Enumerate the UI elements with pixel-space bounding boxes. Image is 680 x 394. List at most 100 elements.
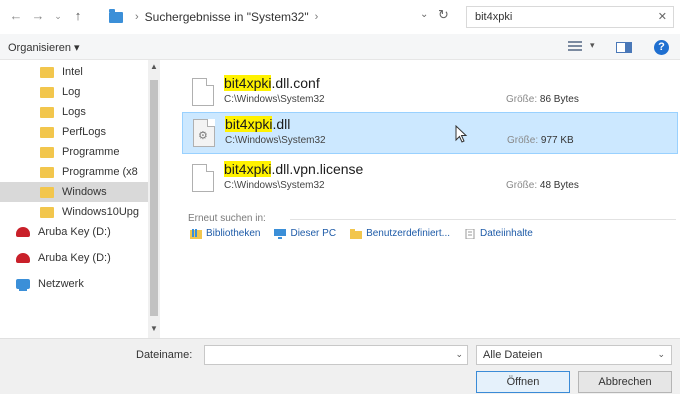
chevron-down-icon[interactable]: ⌄ <box>657 349 665 360</box>
document-icon <box>465 228 475 239</box>
refresh-icon[interactable]: ↻ <box>438 7 449 23</box>
search-input[interactable]: bit4xpki ✕ <box>466 6 674 28</box>
folder-icon <box>40 126 54 138</box>
result-path: C:\Windows\System32 <box>225 135 326 146</box>
nav-item-label: PerfLogs <box>62 126 107 138</box>
result-name[interactable]: bit4xpki.dll.conf <box>224 75 320 91</box>
help-icon[interactable]: ? <box>654 40 669 55</box>
view-options-icon[interactable] <box>568 41 582 53</box>
file-icon <box>192 78 214 106</box>
computer-icon <box>274 228 287 239</box>
link-label[interactable]: Dateiinhalte <box>480 228 533 239</box>
nav-item-label: Programme (x8 <box>62 166 138 178</box>
scroll-down-icon[interactable]: ▼ <box>150 324 158 333</box>
nav-item-programme-x86[interactable]: Programme (x8 <box>0 162 148 182</box>
breadcrumb-separator[interactable]: › <box>135 11 139 23</box>
size-label: Größe: <box>506 180 538 191</box>
link-this-pc[interactable]: Dieser PC <box>274 228 336 239</box>
result-name-highlight: bit4xpki <box>224 161 272 177</box>
nav-item-intel[interactable]: Intel <box>0 62 148 82</box>
address-bar: ← → ⌄ ↑ › Suchergebnisse in "System32" ›… <box>0 0 680 34</box>
folder-icon <box>40 206 54 218</box>
result-name-highlight: bit4xpki <box>225 116 273 132</box>
link-label[interactable]: Benutzerdefiniert... <box>366 228 450 239</box>
nav-item-aruba-key[interactable]: Aruba Key (D:) <box>0 248 148 268</box>
nav-item-label: Netzwerk <box>38 278 84 290</box>
result-name[interactable]: bit4xpki.dll <box>225 116 290 132</box>
size-label: Größe: <box>507 135 539 146</box>
chevron-down-icon[interactable]: ▾ <box>590 40 595 51</box>
nav-scrollbar[interactable]: ▲ ▼ <box>148 60 160 338</box>
breadcrumb-label[interactable]: Suchergebnisse in "System32" <box>145 10 309 24</box>
result-name-highlight: bit4xpki <box>224 75 272 91</box>
nav-item-windows10upgrade[interactable]: Windows10Upg <box>0 202 148 222</box>
dll-file-icon <box>193 119 215 147</box>
forward-icon[interactable]: → <box>30 8 46 24</box>
dialog-footer: Dateiname: ⌄ Alle Dateien ⌄ Öffnen Abbre… <box>0 338 680 394</box>
nav-item-perflogs[interactable]: PerfLogs <box>0 122 148 142</box>
nav-item-label: Log <box>62 86 81 98</box>
result-name-rest: .dll.vpn.license <box>271 161 364 177</box>
link-libraries[interactable]: Bibliotheken <box>190 228 260 239</box>
nav-item-aruba-key[interactable]: Aruba Key (D:) <box>0 222 148 242</box>
result-item[interactable]: bit4xpki.dll.vpn.license C:\Windows\Syst… <box>182 158 678 200</box>
nav-item-log[interactable]: Log <box>0 82 148 102</box>
nav-item-label: Logs <box>62 106 86 118</box>
chevron-down-icon[interactable]: ⌄ <box>420 9 428 20</box>
size-value: 86 Bytes <box>539 94 579 105</box>
nav-item-label: Windows10Upg <box>62 206 140 218</box>
open-button[interactable]: Öffnen <box>476 371 570 393</box>
file-type-value[interactable]: Alle Dateien <box>483 349 542 361</box>
file-icon <box>192 164 214 192</box>
folder-icon <box>40 66 54 78</box>
command-bar: Organisieren ▾ ▾ ? <box>0 34 680 60</box>
result-name-rest: .dll.conf <box>271 75 320 91</box>
folder-icon <box>40 146 54 158</box>
folder-icon <box>40 86 54 98</box>
folder-icon <box>109 8 123 23</box>
filename-input[interactable]: ⌄ <box>204 345 468 365</box>
cancel-button[interactable]: Abbrechen <box>578 371 672 393</box>
nav-item-windows[interactable]: Windows <box>0 182 148 202</box>
link-file-contents[interactable]: Dateiinhalte <box>464 228 533 239</box>
search-again-label: Erneut suchen in: <box>188 213 266 224</box>
folder-icon <box>40 166 54 178</box>
breadcrumb-separator[interactable]: › <box>315 11 319 23</box>
usb-drive-icon <box>16 227 30 237</box>
nav-item-programme[interactable]: Programme <box>0 142 148 162</box>
preview-pane-icon[interactable] <box>616 42 632 53</box>
recent-locations-icon[interactable]: ⌄ <box>50 8 66 24</box>
libraries-icon <box>190 228 202 239</box>
file-type-select[interactable]: Alle Dateien ⌄ <box>476 345 672 365</box>
search-value[interactable]: bit4xpki <box>475 11 512 23</box>
chevron-down-icon[interactable]: ⌄ <box>455 349 463 360</box>
mouse-cursor-icon <box>455 125 468 143</box>
nav-item-netzwerk[interactable]: Netzwerk <box>0 274 148 294</box>
scroll-up-icon[interactable]: ▲ <box>150 62 158 71</box>
nav-item-label: Programme <box>62 146 120 158</box>
divider <box>290 219 676 220</box>
scrollbar-thumb[interactable] <box>150 80 158 316</box>
close-icon[interactable]: ✕ <box>658 10 667 23</box>
custom-folder-icon <box>350 228 363 239</box>
size-value: 977 KB <box>540 135 574 146</box>
result-size: Größe: 86 Bytes <box>506 94 579 105</box>
link-label[interactable]: Dieser PC <box>290 228 336 239</box>
search-results: bit4xpki.dll.conf C:\Windows\System32 Gr… <box>160 60 680 338</box>
nav-item-label: Aruba Key (D:) <box>38 252 111 264</box>
folder-icon <box>40 186 54 198</box>
result-item[interactable]: bit4xpki.dll.conf C:\Windows\System32 Gr… <box>182 72 678 114</box>
result-item[interactable]: bit4xpki.dll C:\Windows\System32 Größe: … <box>182 112 678 154</box>
nav-item-label: Windows <box>62 186 107 198</box>
link-label[interactable]: Bibliotheken <box>206 228 260 239</box>
up-icon[interactable]: ↑ <box>70 8 86 24</box>
nav-item-logs[interactable]: Logs <box>0 102 148 122</box>
back-icon[interactable]: ← <box>8 8 24 24</box>
navigation-pane: Intel Log Logs PerfLogs Programme Progra… <box>0 60 160 338</box>
result-size: Größe: 977 KB <box>507 135 574 146</box>
result-name[interactable]: bit4xpki.dll.vpn.license <box>224 161 363 177</box>
organize-button[interactable]: Organisieren ▾ <box>8 41 80 54</box>
result-name-rest: .dll <box>272 116 291 132</box>
link-custom[interactable]: Benutzerdefiniert... <box>350 228 450 239</box>
usb-drive-icon <box>16 253 30 263</box>
